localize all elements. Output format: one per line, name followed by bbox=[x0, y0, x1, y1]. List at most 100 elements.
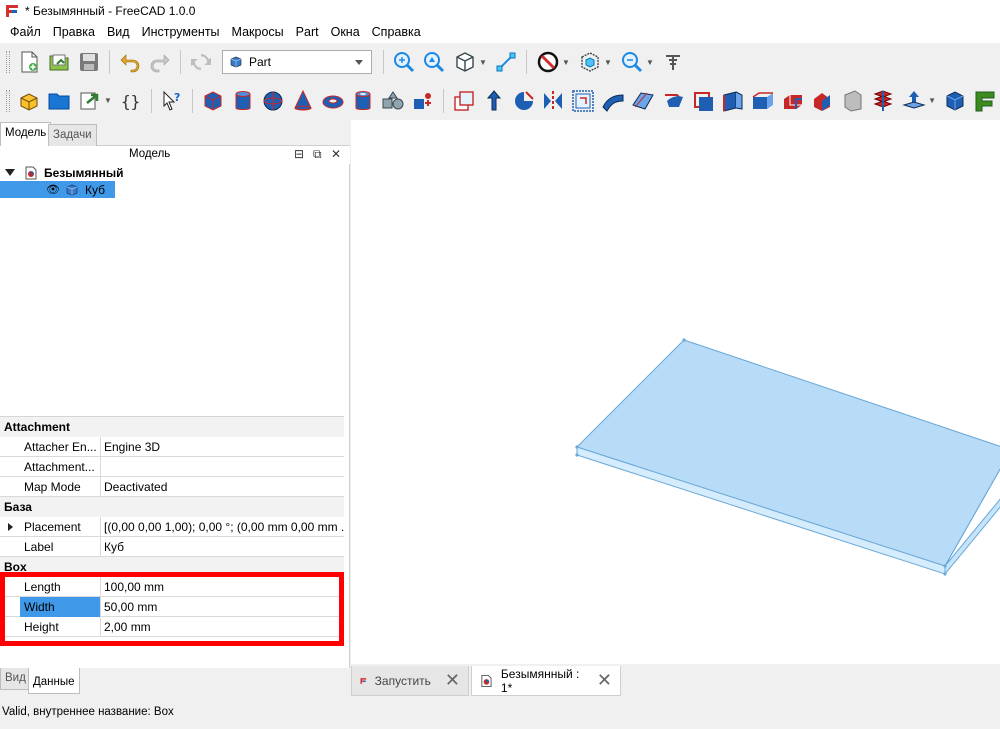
property-row[interactable]: Placement [(0,00 0,00 1,00); 0,00 °; (0,0… bbox=[0, 517, 344, 537]
chamfer-icon[interactable] bbox=[569, 87, 597, 115]
open-file-icon[interactable] bbox=[45, 48, 73, 76]
cone-icon[interactable] bbox=[289, 87, 317, 115]
collapse-icon[interactable]: ⊟ bbox=[294, 147, 304, 161]
workbench-selector[interactable]: Part bbox=[222, 50, 372, 74]
tree-item-box[interactable]: 👁 Куб bbox=[0, 181, 115, 198]
loft-icon[interactable] bbox=[659, 87, 687, 115]
tab-tasks[interactable]: Задачи bbox=[48, 124, 97, 146]
new-file-icon[interactable] bbox=[15, 48, 43, 76]
3d-viewport[interactable] bbox=[351, 120, 1000, 664]
revolve-icon[interactable] bbox=[480, 87, 508, 115]
window-title: * Безымянный - FreeCAD 1.0.0 bbox=[25, 4, 196, 18]
status-text: Valid, внутреннее название: Box bbox=[2, 706, 174, 718]
toolbar-grip[interactable] bbox=[6, 89, 10, 112]
compound-icon[interactable] bbox=[869, 87, 897, 115]
mirror-icon[interactable] bbox=[510, 87, 538, 115]
zoom-icon[interactable]: ▼ bbox=[617, 48, 657, 76]
isometric-view-icon[interactable]: ▼ bbox=[450, 48, 490, 76]
tab-model[interactable]: Модель bbox=[0, 122, 52, 146]
float-icon[interactable]: ⧉ bbox=[313, 147, 322, 162]
group-icon[interactable] bbox=[45, 87, 73, 115]
thickness-icon[interactable] bbox=[809, 87, 837, 115]
close-icon[interactable]: ✕ bbox=[445, 670, 460, 691]
property-value[interactable]: [(0,00 0,00 1,00); 0,00 °; (0,00 mm 0,00… bbox=[101, 517, 344, 537]
property-value[interactable]: Engine 3D bbox=[101, 437, 344, 457]
section-icon[interactable] bbox=[719, 87, 747, 115]
property-row[interactable]: Map Mode Deactivated bbox=[0, 477, 344, 497]
var-set-icon[interactable]: {} bbox=[117, 87, 145, 115]
menu-bar: Файл Правка Вид Инструменты Макросы Part… bbox=[0, 22, 1000, 43]
title-bar: * Безымянный - FreeCAD 1.0.0 bbox=[0, 0, 1000, 22]
property-row[interactable]: Attacher En... Engine 3D bbox=[0, 437, 344, 457]
shape-builder-icon[interactable] bbox=[409, 87, 437, 115]
torus-icon[interactable] bbox=[319, 87, 347, 115]
expand-arrow-icon[interactable] bbox=[5, 169, 15, 176]
close-icon[interactable]: ✕ bbox=[597, 670, 612, 691]
link-icon[interactable]: ▼ bbox=[75, 87, 115, 115]
ruled-surface-icon[interactable] bbox=[629, 87, 657, 115]
svg-text:{}: {} bbox=[121, 92, 140, 111]
whats-this-icon[interactable] bbox=[659, 48, 687, 76]
property-row[interactable]: Label Куб bbox=[0, 537, 344, 557]
undo-icon[interactable] bbox=[116, 48, 144, 76]
offset-icon[interactable] bbox=[779, 87, 807, 115]
combo-tabs: Модель Задачи bbox=[0, 120, 350, 146]
tab-start[interactable]: Запустить ✕ bbox=[351, 666, 469, 696]
property-key: Label bbox=[20, 537, 101, 557]
property-value[interactable]: Deactivated bbox=[101, 477, 344, 497]
freecad-logo-icon bbox=[360, 677, 367, 684]
sweep-icon[interactable] bbox=[689, 87, 717, 115]
property-value[interactable] bbox=[101, 457, 344, 477]
tab-document[interactable]: Безымянный : 1* ✕ bbox=[471, 666, 621, 696]
menu-tools[interactable]: Инструменты bbox=[136, 22, 226, 43]
tube-icon[interactable] bbox=[349, 87, 377, 115]
menu-macros[interactable]: Макросы bbox=[226, 22, 290, 43]
bounding-box-icon[interactable]: ▼ bbox=[575, 48, 615, 76]
document-icon bbox=[25, 166, 37, 179]
tree-document-label: Безымянный bbox=[44, 165, 124, 180]
box-select-icon[interactable] bbox=[941, 87, 969, 115]
primitives-icon[interactable] bbox=[379, 87, 407, 115]
cross-sections-icon[interactable] bbox=[749, 87, 777, 115]
tab-view[interactable]: Вид bbox=[0, 668, 31, 690]
property-value[interactable]: Куб bbox=[101, 537, 344, 557]
fit-selection-icon[interactable] bbox=[420, 48, 448, 76]
group-attachment[interactable]: Attachment bbox=[0, 417, 344, 437]
draw-style-icon[interactable]: ▼ bbox=[533, 48, 573, 76]
part-icon[interactable] bbox=[15, 87, 43, 115]
cylinder-icon[interactable] bbox=[229, 87, 257, 115]
eye-icon[interactable]: 👁 bbox=[46, 183, 60, 196]
refresh-icon[interactable] bbox=[187, 48, 215, 76]
menu-edit[interactable]: Правка bbox=[47, 22, 101, 43]
freecad-logo-icon bbox=[5, 4, 19, 18]
projection-icon[interactable] bbox=[839, 87, 867, 115]
sphere-icon[interactable] bbox=[259, 87, 287, 115]
make-face-icon[interactable] bbox=[599, 87, 627, 115]
box-top-face[interactable] bbox=[576, 339, 1000, 567]
document-icon bbox=[481, 674, 492, 687]
fillet-icon[interactable] bbox=[539, 87, 567, 115]
property-row[interactable]: Attachment... bbox=[0, 457, 344, 477]
group-base[interactable]: База bbox=[0, 497, 344, 517]
expand-arrow-icon[interactable] bbox=[8, 523, 13, 531]
measure-icon[interactable] bbox=[492, 48, 520, 76]
extrude-icon[interactable] bbox=[450, 87, 478, 115]
tree-item-document[interactable]: Безымянный bbox=[0, 164, 130, 181]
section-plane-icon[interactable]: ▼ bbox=[899, 87, 939, 115]
redo-icon[interactable] bbox=[146, 48, 174, 76]
model-tree: Безымянный 👁 Куб bbox=[0, 164, 350, 414]
menu-windows[interactable]: Окна bbox=[325, 22, 366, 43]
menu-file[interactable]: Файл bbox=[4, 22, 47, 43]
fit-all-icon[interactable] bbox=[390, 48, 418, 76]
whats-this-icon[interactable]: ? bbox=[158, 87, 186, 115]
box-model[interactable] bbox=[351, 120, 1000, 664]
freecad-partial-icon[interactable] bbox=[971, 87, 999, 115]
save-icon[interactable] bbox=[75, 48, 103, 76]
menu-help[interactable]: Справка bbox=[366, 22, 427, 43]
menu-part[interactable]: Part bbox=[290, 22, 325, 43]
menu-view[interactable]: Вид bbox=[101, 22, 136, 43]
toolbar-grip[interactable] bbox=[6, 51, 10, 73]
cube-icon[interactable] bbox=[199, 87, 227, 115]
tab-data[interactable]: Данные bbox=[28, 668, 80, 694]
close-icon[interactable]: ✕ bbox=[331, 147, 341, 161]
